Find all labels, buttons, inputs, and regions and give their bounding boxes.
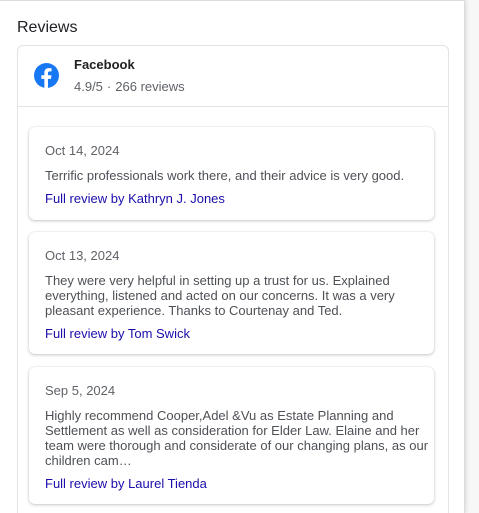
review-card: Oct 13, 2024 They were very helpful in s…: [29, 232, 434, 354]
page: Reviews Facebook 4.9/5 · 266 reviews Oct 1…: [0, 0, 479, 513]
rating-separator: ·: [106, 79, 112, 94]
full-review-link[interactable]: Full review by Kathryn J. Jones: [45, 191, 225, 207]
review-card: Oct 14, 2024 Terrific professionals work…: [29, 127, 434, 220]
reviews-panel: Reviews Facebook 4.9/5 · 266 reviews Oct 1…: [0, 0, 465, 513]
review-date: Sep 5, 2024: [45, 383, 116, 398]
source-rating-line: 4.9/5 · 266 reviews: [74, 79, 185, 95]
review-date: Oct 14, 2024: [45, 143, 120, 158]
section-title: Reviews: [17, 19, 78, 36]
source-rating: 4.9/5: [74, 79, 103, 94]
review-card: Sep 5, 2024 Highly recommend Cooper,Adel…: [29, 367, 434, 504]
top-divider: [0, 0, 464, 1]
reviews-list: Oct 14, 2024 Terrific professionals work…: [18, 107, 448, 513]
full-review-link[interactable]: Full review by Laurel Tienda: [45, 476, 207, 492]
source-name: Facebook: [74, 57, 135, 72]
facebook-icon: [34, 63, 59, 88]
review-text: Highly recommend Cooper,Adel &Vu as Esta…: [45, 408, 429, 468]
full-review-link[interactable]: Full review by Tom Swick: [45, 326, 190, 342]
review-text: Terrific professionals work there, and t…: [45, 168, 405, 183]
review-source-facebook[interactable]: Facebook 4.9/5 · 266 reviews: [18, 46, 448, 107]
source-review-count: 266 reviews: [115, 79, 185, 94]
review-date: Oct 13, 2024: [45, 248, 120, 263]
review-source-card: Facebook 4.9/5 · 266 reviews Oct 14, 2024 …: [17, 45, 449, 513]
review-text: They were very helpful in setting up a t…: [45, 273, 395, 318]
